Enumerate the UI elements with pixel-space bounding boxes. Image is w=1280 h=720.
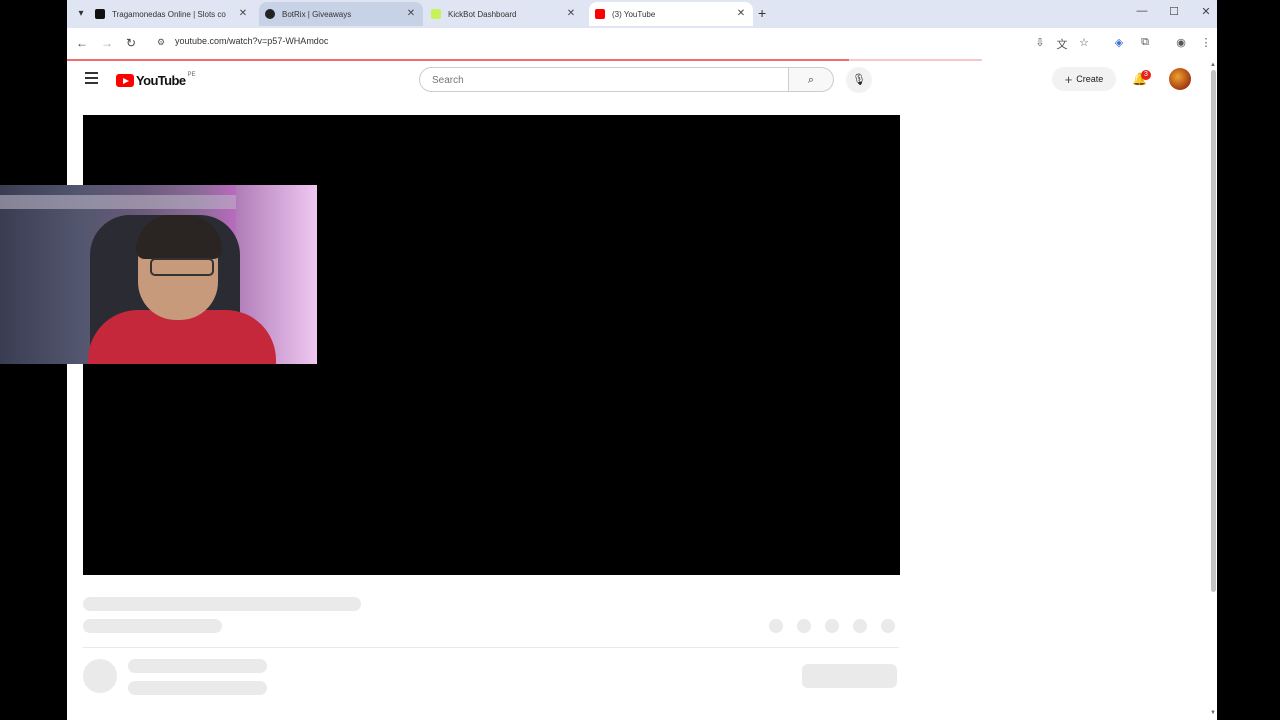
voice-search-button[interactable]: 🎙 xyxy=(846,67,872,93)
tab-favicon xyxy=(595,9,605,19)
maximize-icon[interactable]: ☐ xyxy=(1167,5,1181,18)
glasses xyxy=(150,258,214,276)
microphone-icon: 🎙 xyxy=(852,74,866,86)
profile-icon[interactable]: ◉ xyxy=(1173,36,1189,49)
reload-icon[interactable]: ↻ xyxy=(123,36,139,50)
tab-close-icon[interactable]: ✕ xyxy=(405,8,417,19)
action-skeleton xyxy=(769,619,783,633)
more-menu-icon[interactable]: ⋮ xyxy=(1198,36,1214,49)
forward-icon[interactable]: → xyxy=(99,36,115,50)
search-input[interactable] xyxy=(430,74,774,87)
channel-avatar-skeleton xyxy=(83,659,117,693)
new-tab-button[interactable]: + xyxy=(758,5,766,21)
close-window-icon[interactable]: ✕ xyxy=(1199,5,1213,18)
search-box xyxy=(419,67,789,92)
tab-list-button[interactable]: ▾ xyxy=(72,5,90,23)
youtube-header: YouTube PE ⌕ 🎙 + Create 🔔 3 xyxy=(67,61,1217,99)
tab-botrix-giveaways[interactable]: BotRix | Giveaways ✕ xyxy=(259,2,423,26)
action-skeleton xyxy=(825,619,839,633)
minimize-icon[interactable]: — xyxy=(1135,5,1149,17)
plus-icon: + xyxy=(1064,71,1073,87)
tab-favicon xyxy=(265,9,275,19)
youtube-play-icon xyxy=(116,74,134,87)
tab-title: BotRix | Giveaways xyxy=(282,9,352,19)
tab-title: Tragamonedas Online | Slots co xyxy=(112,9,226,19)
create-label: Create xyxy=(1076,74,1104,84)
notification-count-badge: 3 xyxy=(1141,70,1151,80)
bookmark-star-icon[interactable]: ☆ xyxy=(1076,36,1092,49)
background-shelf xyxy=(0,195,240,209)
install-app-icon[interactable]: ⇩ xyxy=(1032,36,1048,49)
hamburger-menu-icon[interactable] xyxy=(85,72,98,87)
tab-close-icon[interactable]: ✕ xyxy=(237,8,249,19)
back-icon[interactable]: ← xyxy=(74,36,90,50)
action-skeleton xyxy=(881,619,895,633)
shield-extension-icon[interactable]: ◈ xyxy=(1111,36,1127,49)
tab-title: KickBot Dashboard xyxy=(448,9,517,19)
action-skeleton xyxy=(853,619,867,633)
search-button[interactable]: ⌕ xyxy=(789,67,834,92)
browser-toolbar: ← → ↻ ⚙ youtube.com/watch?v=p57-WHAmdoc … xyxy=(67,28,1217,60)
create-button[interactable]: + Create xyxy=(1052,67,1116,91)
tab-close-icon[interactable]: ✕ xyxy=(565,8,577,19)
extensions-icon[interactable]: ⧉ xyxy=(1137,36,1153,49)
tab-youtube[interactable]: (3) YouTube ✕ xyxy=(589,2,753,26)
action-skeleton xyxy=(797,619,811,633)
tab-close-icon[interactable]: ✕ xyxy=(735,8,747,19)
youtube-logo[interactable]: YouTube PE xyxy=(116,71,196,88)
tab-tragamonedas[interactable]: Tragamonedas Online | Slots co ✕ xyxy=(95,2,249,26)
translate-icon[interactable]: 文 xyxy=(1054,36,1070,52)
account-avatar[interactable] xyxy=(1169,68,1191,90)
search-icon: ⌕ xyxy=(807,74,815,86)
scroll-down-icon[interactable]: ▼ xyxy=(1210,710,1216,716)
tab-strip: ▾ Tragamonedas Online | Slots co ✕ BotRi… xyxy=(67,0,1217,28)
webcam-overlay xyxy=(0,185,317,364)
address-bar[interactable]: youtube.com/watch?v=p57-WHAmdoc xyxy=(175,36,328,46)
scroll-up-icon[interactable]: ▲ xyxy=(1210,62,1216,68)
country-code: PE xyxy=(187,71,196,78)
channel-name-skeleton xyxy=(128,659,267,673)
divider xyxy=(83,647,899,648)
title-skeleton xyxy=(83,597,361,611)
site-info-icon[interactable]: ⚙ xyxy=(157,37,165,48)
page-scrollbar[interactable] xyxy=(1211,70,1216,592)
youtube-wordmark: YouTube xyxy=(136,73,186,88)
tab-favicon xyxy=(431,9,441,19)
tab-title: (3) YouTube xyxy=(612,9,656,19)
subtitle-skeleton xyxy=(83,619,222,633)
channel-subs-skeleton xyxy=(128,681,267,695)
subscribe-skeleton xyxy=(802,664,897,688)
tab-kickbot-dashboard[interactable]: KickBot Dashboard ✕ xyxy=(431,2,577,26)
tab-favicon xyxy=(95,9,105,19)
